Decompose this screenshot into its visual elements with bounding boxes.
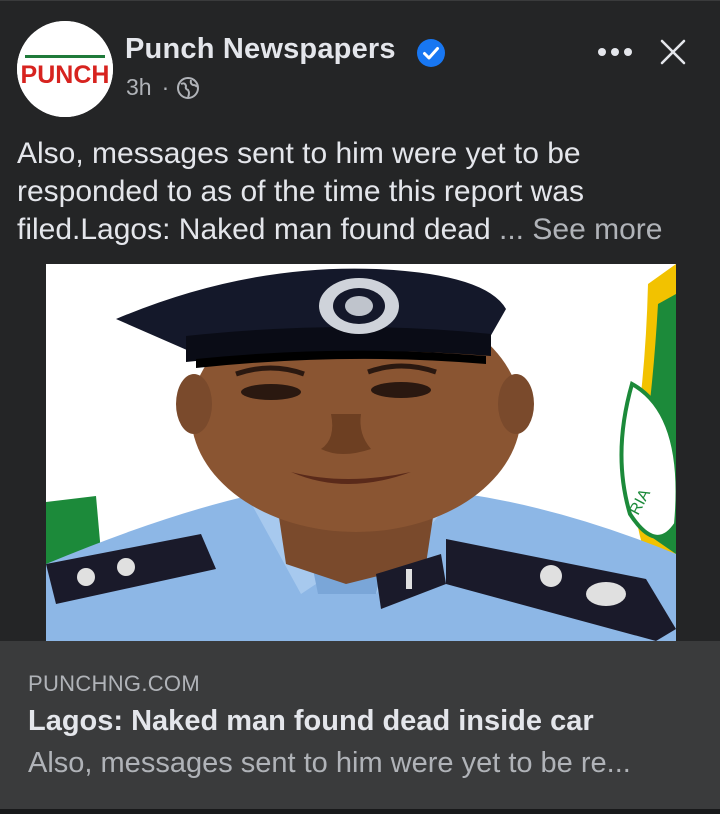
avatar-logo-text: PUNCH (21, 61, 110, 89)
see-more-ellipsis: ... (499, 213, 525, 246)
verified-badge-icon (417, 39, 445, 67)
see-more-link[interactable]: See more (532, 213, 662, 246)
post-divider (0, 809, 720, 814)
meta-separator: · (161, 74, 170, 100)
more-options-icon[interactable] (593, 35, 637, 69)
avatar[interactable]: PUNCH (17, 21, 113, 117)
post-timestamp[interactable]: 3h (126, 74, 152, 101)
link-headline[interactable]: Lagos: Naked man found dead inside car (28, 705, 594, 738)
police-officer-photo: RIA (46, 264, 676, 641)
link-preview-image[interactable]: RIA (46, 264, 676, 641)
post-meta: 3h · (126, 74, 200, 101)
punch-logo-icon: PUNCH (17, 21, 113, 117)
link-domain: PUNCHNG.COM (28, 671, 200, 696)
link-preview-card[interactable]: PUNCHNG.COM Lagos: Naked man found dead … (0, 641, 720, 809)
post-author-name[interactable]: Punch Newspapers (125, 33, 396, 66)
link-snippet: Also, messages sent to him were yet to b… (28, 747, 631, 779)
close-icon[interactable] (654, 33, 692, 71)
globe-icon (177, 76, 200, 99)
post-body-text: Also, messages sent to him were yet to b… (17, 135, 707, 249)
news-feed-post: PUNCH Punch Newspapers 3h · Also, messag… (0, 0, 720, 814)
